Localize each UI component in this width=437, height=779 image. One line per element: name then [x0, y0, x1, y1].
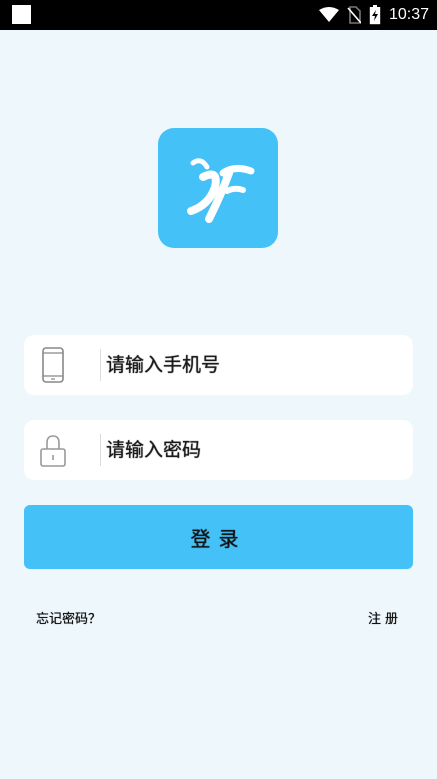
status-time: 10:37	[388, 6, 429, 23]
status-icons: 10:37	[318, 0, 429, 30]
notification-icon	[12, 5, 31, 24]
phone-field[interactable]	[24, 335, 413, 395]
status-bar: 10:37	[0, 0, 437, 30]
app-logo-icon	[187, 158, 255, 223]
password-field[interactable]	[24, 420, 413, 480]
login-button[interactable]: 登录	[24, 505, 413, 569]
password-field-divider	[100, 434, 101, 466]
app-logo	[158, 128, 278, 248]
forgot-password-link[interactable]: 忘记密码？	[36, 608, 101, 627]
phone-icon	[42, 347, 64, 383]
battery-charging-icon	[369, 5, 381, 25]
wifi-icon	[318, 7, 339, 22]
phone-field-divider	[100, 349, 101, 381]
no-sim-icon	[347, 6, 361, 24]
phone-input[interactable]	[106, 345, 396, 385]
register-link[interactable]: 注册	[368, 608, 402, 627]
lock-icon	[40, 435, 66, 467]
password-input[interactable]	[106, 430, 396, 470]
